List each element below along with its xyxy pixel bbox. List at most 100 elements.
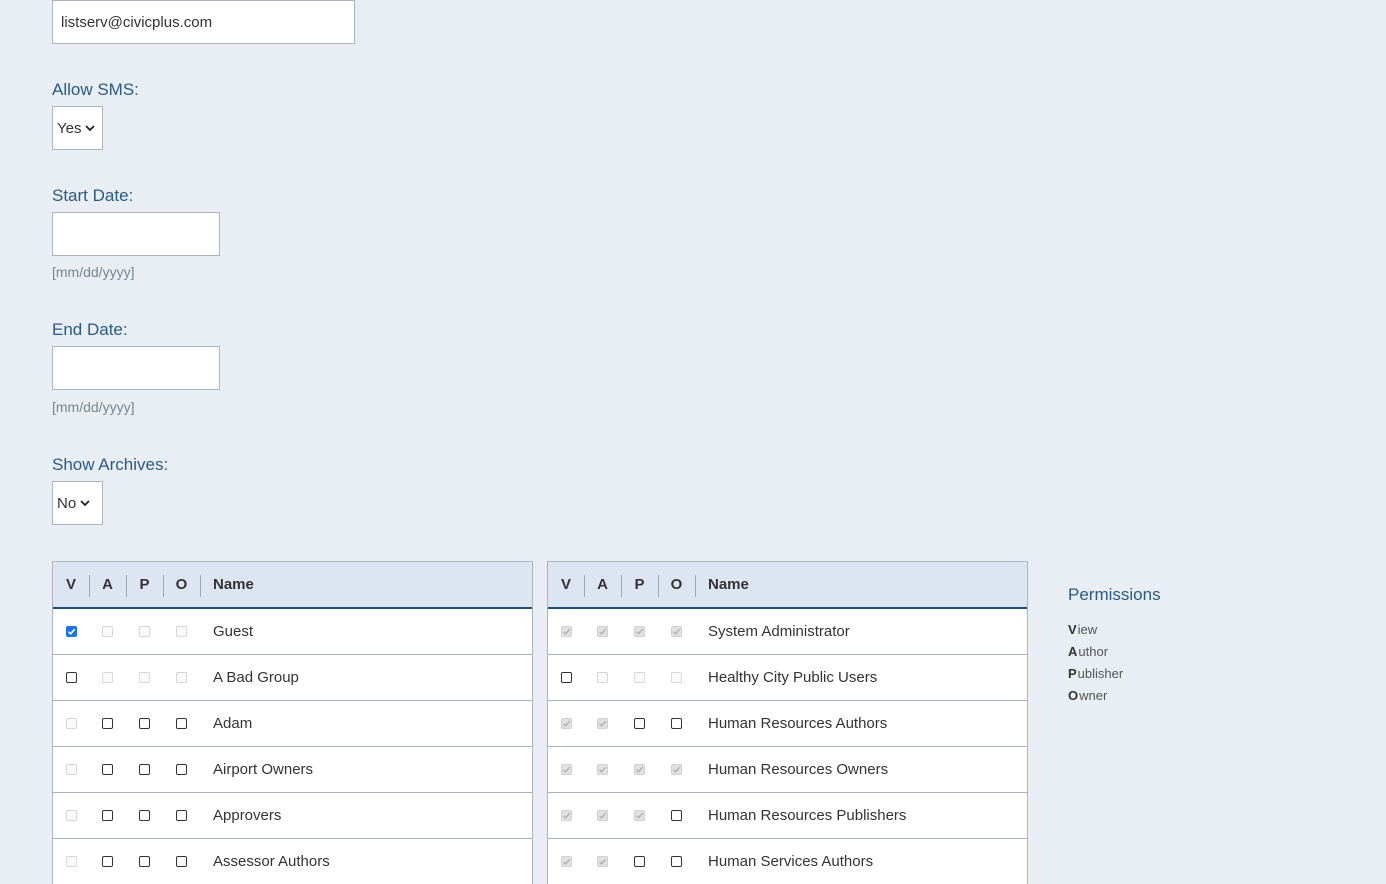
owner-permission-checkbox[interactable] xyxy=(176,718,187,729)
legend-key: V xyxy=(1068,622,1077,637)
publisher-permission-checkbox xyxy=(634,626,645,637)
owner-permission-checkbox[interactable] xyxy=(176,810,187,821)
cell-view xyxy=(53,609,89,654)
owner-permission-checkbox[interactable] xyxy=(176,764,187,775)
cell-owner xyxy=(163,609,200,654)
table-row: A Bad Group xyxy=(53,655,532,701)
legend-item-view: View xyxy=(1068,619,1161,641)
view-permission-checkbox xyxy=(65,718,77,729)
cell-view xyxy=(548,839,584,884)
owner-permission-checkbox xyxy=(671,764,682,775)
cell-publisher xyxy=(126,609,163,654)
checkmark-icon xyxy=(635,628,644,635)
cell-publisher xyxy=(621,701,658,746)
col-header-name: Name xyxy=(708,576,749,593)
group-name: Healthy City Public Users xyxy=(708,669,878,686)
cell-publisher xyxy=(126,655,163,700)
view-permission-checkbox xyxy=(560,810,572,821)
checkmark-icon xyxy=(562,628,570,635)
table-row: Human Resources Publishers xyxy=(548,793,1027,839)
author-permission-checkbox xyxy=(102,672,113,683)
view-permission-checkbox xyxy=(65,856,77,867)
checkmark-icon xyxy=(598,720,607,727)
show-archives-label: Show Archives: xyxy=(52,455,169,474)
end-date-field[interactable] xyxy=(52,346,220,390)
owner-permission-checkbox[interactable] xyxy=(671,718,682,729)
table-row: Adam xyxy=(53,701,532,747)
view-permission-checkbox[interactable] xyxy=(560,672,572,683)
allow-sms-label: Allow SMS: xyxy=(52,80,139,99)
publisher-permission-checkbox[interactable] xyxy=(634,718,645,729)
legend-text: ublisher xyxy=(1077,666,1124,681)
email-field[interactable] xyxy=(52,0,355,44)
cell-owner xyxy=(163,747,200,792)
publisher-permission-checkbox[interactable] xyxy=(139,718,150,729)
allow-sms-value: Yes xyxy=(57,119,82,137)
chevron-down-icon xyxy=(80,498,90,508)
publisher-permission-checkbox xyxy=(139,672,150,683)
owner-permission-checkbox[interactable] xyxy=(671,856,682,867)
owner-permission-checkbox[interactable] xyxy=(671,810,682,821)
cell-author xyxy=(584,655,621,700)
table-body: System Administrator Healthy City Public … xyxy=(548,609,1027,884)
start-date-field[interactable] xyxy=(52,212,220,256)
cell-publisher xyxy=(621,839,658,884)
cell-owner xyxy=(658,609,695,654)
author-permission-checkbox xyxy=(597,764,608,775)
cell-owner xyxy=(658,793,695,838)
publisher-permission-checkbox[interactable] xyxy=(634,856,645,867)
view-permission-checkbox[interactable] xyxy=(65,672,77,683)
owner-permission-checkbox xyxy=(671,672,682,683)
cell-owner xyxy=(658,655,695,700)
legend-text: wner xyxy=(1079,688,1108,703)
cell-publisher xyxy=(621,747,658,792)
publisher-permission-checkbox xyxy=(634,672,645,683)
table-header: V A P O Name xyxy=(548,562,1027,609)
author-permission-checkbox xyxy=(597,856,608,867)
group-name: Guest xyxy=(213,623,254,640)
table-row: Assessor Authors xyxy=(53,839,532,884)
checkmark-icon xyxy=(562,720,570,727)
author-permission-checkbox[interactable] xyxy=(102,810,113,821)
author-permission-checkbox xyxy=(597,718,608,729)
author-permission-checkbox xyxy=(597,810,608,821)
allow-sms-select[interactable]: Yes xyxy=(52,106,103,150)
checkmark-icon xyxy=(635,766,644,773)
cell-publisher xyxy=(126,793,163,838)
cell-owner xyxy=(658,839,695,884)
show-archives-select[interactable]: No xyxy=(52,481,103,525)
table-row: Airport Owners xyxy=(53,747,532,793)
view-permission-checkbox[interactable] xyxy=(65,626,77,637)
checkmark-icon xyxy=(672,628,681,635)
legend-item-publisher: Publisher xyxy=(1068,663,1161,685)
owner-permission-checkbox xyxy=(176,672,187,683)
cell-author xyxy=(584,701,621,746)
author-permission-checkbox[interactable] xyxy=(102,856,113,867)
view-permission-checkbox xyxy=(560,718,572,729)
cell-owner xyxy=(163,701,200,746)
end-date-label: End Date: xyxy=(52,320,128,339)
cell-owner xyxy=(163,839,200,884)
author-permission-checkbox[interactable] xyxy=(102,764,113,775)
view-permission-checkbox xyxy=(65,764,77,775)
publisher-permission-checkbox[interactable] xyxy=(139,764,150,775)
owner-permission-checkbox xyxy=(176,626,187,637)
checkmark-icon xyxy=(562,812,570,819)
publisher-permission-checkbox[interactable] xyxy=(139,810,150,821)
view-permission-checkbox xyxy=(560,626,572,637)
checkmark-icon xyxy=(562,858,570,865)
publisher-permission-checkbox[interactable] xyxy=(139,856,150,867)
cell-author xyxy=(584,609,621,654)
table-row: Healthy City Public Users xyxy=(548,655,1027,701)
cell-author xyxy=(89,747,126,792)
group-name: Airport Owners xyxy=(213,761,314,778)
author-permission-checkbox[interactable] xyxy=(102,718,113,729)
chevron-down-icon xyxy=(85,123,96,133)
table-header: V A P O Name xyxy=(53,562,532,609)
owner-permission-checkbox[interactable] xyxy=(176,856,187,867)
cell-publisher xyxy=(126,747,163,792)
permissions-legend: Permissions View Author Publisher Owner xyxy=(1068,585,1161,707)
cell-owner xyxy=(163,793,200,838)
author-permission-checkbox xyxy=(597,626,608,637)
group-name: A Bad Group xyxy=(213,669,299,686)
